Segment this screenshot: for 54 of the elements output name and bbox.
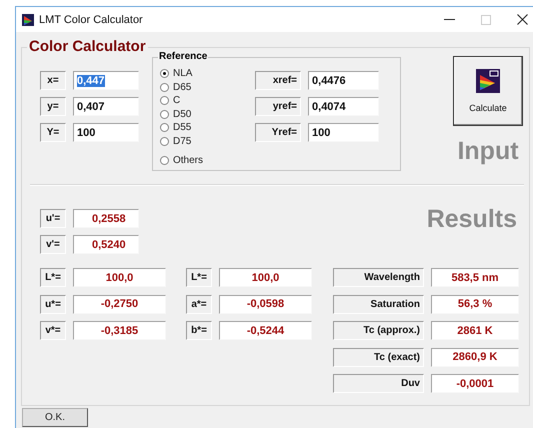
radio-option[interactable]: D55 (160, 121, 204, 134)
spectrum-icon (476, 69, 500, 93)
output-field: -0,2750 (73, 294, 166, 314)
output-field: -0,5244 (219, 321, 312, 340)
field-label: x= (40, 71, 66, 90)
output-field: 100,0 (73, 268, 166, 287)
results-heading: Results (426, 205, 517, 233)
field-label: y= (40, 97, 66, 116)
output-field: -0,0598 (219, 294, 312, 314)
input-field[interactable]: 0,447 (73, 71, 139, 90)
field-label: Wavelength (333, 268, 424, 287)
radio-option[interactable]: D50 (160, 108, 204, 121)
output-field: 0,5240 (73, 235, 139, 254)
calculate-button[interactable]: Calculate (453, 56, 523, 126)
radio-option[interactable]: Others (160, 154, 204, 168)
field-label: v'= (40, 235, 66, 254)
output-field: -0,3185 (73, 321, 166, 340)
ok-button[interactable]: O.K. (22, 408, 88, 427)
close-icon[interactable] (517, 14, 528, 25)
field-label: L*= (186, 268, 212, 287)
radio-option[interactable]: D75 (160, 134, 204, 148)
field-label: b*= (186, 321, 212, 340)
window-title: LMT Color Calculator (39, 14, 144, 26)
field-label: u*= (40, 294, 66, 314)
field-label: Y= (40, 123, 66, 142)
output-field: 0,2558 (73, 209, 139, 228)
input-field[interactable]: 0,407 (73, 97, 139, 116)
output-field: 2860,9 K (431, 348, 519, 366)
field-label: yref= (255, 97, 302, 116)
input-field[interactable]: 0,4476 (308, 71, 380, 90)
field-label: Yref= (255, 123, 302, 142)
output-field: 2861 K (431, 321, 519, 340)
output-field: -0,0001 (431, 374, 519, 393)
output-field: 100,0 (219, 268, 312, 287)
radio-option[interactable]: C (160, 94, 204, 108)
output-field: 56,3 % (431, 294, 519, 314)
maximize-icon (481, 14, 491, 24)
field-label: Saturation (333, 294, 424, 314)
field-label: xref= (255, 71, 302, 90)
field-label: v*= (40, 321, 66, 340)
input-heading: Input (457, 137, 519, 165)
field-label: Duv (333, 374, 424, 393)
radio-option[interactable]: D65 (160, 80, 204, 94)
input-field[interactable]: 100 (308, 123, 380, 142)
field-label: a*= (186, 294, 212, 314)
field-label: Tc (approx.) (333, 321, 424, 340)
radio-option[interactable]: NLA (160, 67, 204, 80)
field-label: Tc (exact) (333, 348, 424, 366)
output-field: 583,5 nm (431, 268, 519, 287)
input-field[interactable]: 100 (73, 123, 139, 142)
input-field[interactable]: 0,4074 (308, 97, 380, 116)
field-label: L*= (40, 268, 66, 287)
field-label: u'= (40, 209, 66, 228)
app-icon (22, 14, 34, 26)
